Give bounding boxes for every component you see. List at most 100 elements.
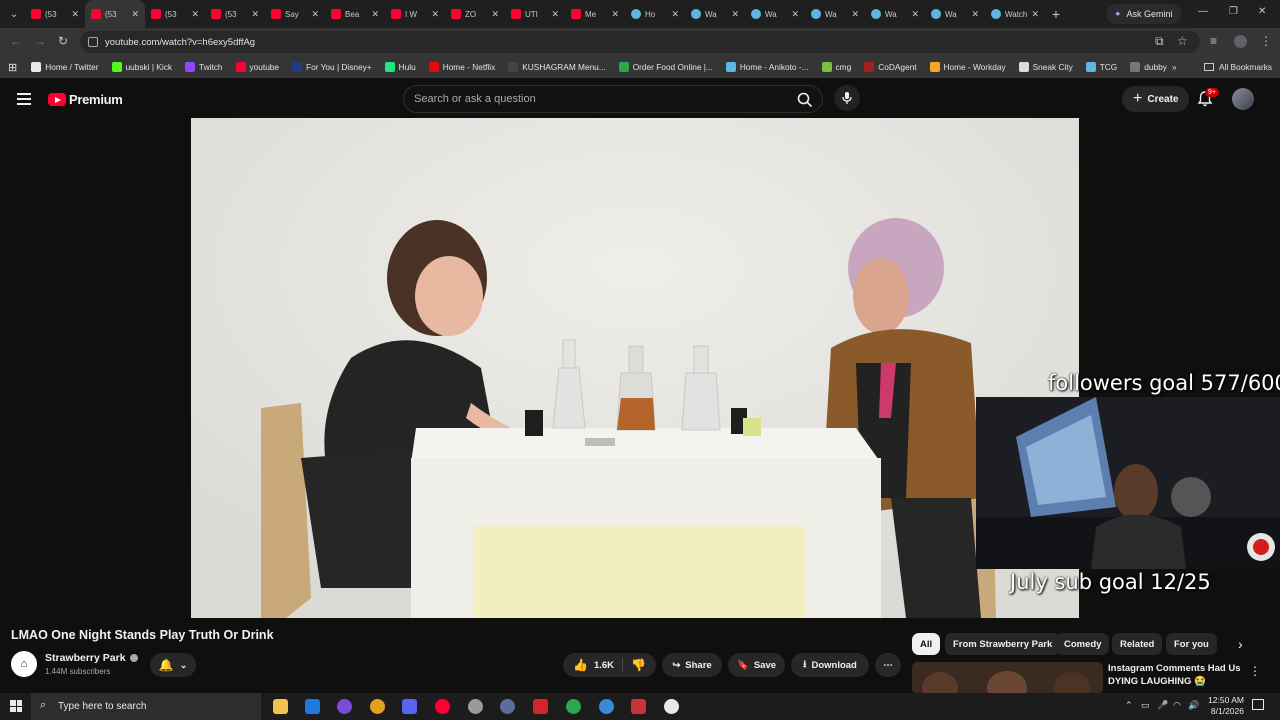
browser-tab[interactable]: Me ✕ xyxy=(565,0,625,28)
browser-tab[interactable]: Wa ✕ xyxy=(805,0,865,28)
filter-chip[interactable]: For you xyxy=(1166,633,1217,655)
bookmark-item[interactable]: KUSHAGRAM Menu... xyxy=(508,62,606,72)
search-input[interactable]: Search or ask a question xyxy=(403,85,823,113)
bookmark-item[interactable]: Sneak City xyxy=(1018,62,1073,72)
tray-chevron-up-icon[interactable]: ⌃ xyxy=(1125,700,1133,711)
profile-avatar[interactable] xyxy=(1234,35,1247,48)
ask-gemini-button[interactable]: ✦ Ask Gemini xyxy=(1106,4,1181,24)
microphone-tray-icon[interactable]: 🎤 xyxy=(1157,700,1168,711)
close-tab-icon[interactable]: ✕ xyxy=(971,9,979,20)
all-bookmarks-folder[interactable]: All Bookmarks xyxy=(1204,62,1272,72)
close-tab-icon[interactable]: ✕ xyxy=(1031,9,1039,20)
close-tab-icon[interactable]: ✕ xyxy=(611,9,619,20)
adobe-app-icon[interactable] xyxy=(631,699,646,714)
dislike-button[interactable]: 👎 xyxy=(623,658,646,672)
bookmark-item[interactable]: cmg xyxy=(821,62,851,72)
close-tab-icon[interactable]: ✕ xyxy=(731,9,739,20)
bookmark-item[interactable]: CoDAgent xyxy=(864,62,917,72)
download-button[interactable]: ⭳ Download xyxy=(791,653,869,677)
bookmark-item[interactable]: uubski | Kick xyxy=(111,62,172,72)
close-tab-icon[interactable]: ✕ xyxy=(551,9,559,20)
back-arrow-icon[interactable]: ← xyxy=(10,34,22,48)
close-tab-icon[interactable]: ✕ xyxy=(251,9,259,20)
site-info-icon[interactable] xyxy=(88,37,98,47)
browser-tab[interactable]: Wa ✕ xyxy=(865,0,925,28)
bookmark-item[interactable]: Home - Workday xyxy=(929,62,1006,72)
app-icon[interactable] xyxy=(500,699,515,714)
windows-start-icon[interactable] xyxy=(10,700,22,712)
more-actions-button[interactable]: ⋯ xyxy=(875,653,901,677)
bookmark-star-icon[interactable]: ☆ xyxy=(1177,34,1188,48)
browser-tab[interactable]: (53 ✕ xyxy=(25,0,85,28)
close-tab-icon[interactable]: ✕ xyxy=(791,9,799,20)
wifi-icon[interactable]: ◠ xyxy=(1173,700,1181,711)
restore-icon[interactable]: ❐ xyxy=(1229,6,1238,17)
browser-tab[interactable]: Bea ✕ xyxy=(325,0,385,28)
bookmark-item[interactable]: Hulu xyxy=(384,62,416,72)
chrome-profile-icon[interactable] xyxy=(566,699,581,714)
close-tab-icon[interactable]: ✕ xyxy=(851,9,859,20)
file-explorer-icon[interactable] xyxy=(273,699,288,714)
bookmark-item[interactable]: youtube xyxy=(235,62,279,72)
bookmark-item[interactable]: Home / Twitter xyxy=(31,62,99,72)
close-tab-icon[interactable]: ✕ xyxy=(191,9,199,20)
browser-tab[interactable]: (53 ✕ xyxy=(145,0,205,28)
youtube-music-icon[interactable] xyxy=(435,699,450,714)
install-app-icon[interactable]: ⧉ xyxy=(1155,34,1164,49)
hamburger-menu-icon[interactable] xyxy=(17,93,31,105)
amd-software-icon[interactable] xyxy=(533,699,548,714)
browser-tab[interactable]: I W ✕ xyxy=(385,0,445,28)
more-bookmarks-chevron-icon[interactable]: » xyxy=(1172,62,1177,72)
bookmark-item[interactable]: Home - Anikoto -... xyxy=(725,62,809,72)
voice-search-mic-icon[interactable] xyxy=(834,85,860,111)
close-window-icon[interactable]: ✕ xyxy=(1258,6,1266,17)
bookmark-item[interactable]: Twitch xyxy=(185,62,223,72)
steam-icon[interactable] xyxy=(468,699,483,714)
like-button[interactable]: 👍 1.6K xyxy=(573,658,624,672)
bookmark-item[interactable]: TCG xyxy=(1085,62,1117,72)
account-avatar[interactable] xyxy=(1232,88,1254,110)
chips-next-arrow-icon[interactable]: › xyxy=(1238,636,1243,652)
browser-tab[interactable]: ZO ✕ xyxy=(445,0,505,28)
browser-tab[interactable]: Ho ✕ xyxy=(625,0,685,28)
url-field[interactable]: youtube.com/watch?v=h6exy5dffAg xyxy=(80,31,1200,53)
bookmark-item[interactable]: dubby xyxy=(1130,62,1167,72)
browser-menu-icon[interactable]: ⋮ xyxy=(1260,34,1272,48)
forward-arrow-icon[interactable]: → xyxy=(34,34,46,48)
game-controller-icon[interactable] xyxy=(402,699,417,714)
youtube-logo[interactable]: Premium xyxy=(48,92,123,107)
reload-icon[interactable]: ↻ xyxy=(58,34,68,48)
bookmark-item[interactable]: Order Food Online |... xyxy=(618,62,713,72)
network-icon[interactable]: ▭ xyxy=(1141,700,1150,711)
share-button[interactable]: ↪ Share xyxy=(662,653,722,677)
volume-icon[interactable]: 🔊 xyxy=(1188,700,1199,711)
minimize-icon[interactable]: — xyxy=(1198,6,1208,17)
edge-browser-icon[interactable] xyxy=(305,699,320,714)
browser-tab[interactable]: Say ✕ xyxy=(265,0,325,28)
taskbar-search-input[interactable]: ⌕ Type here to search xyxy=(31,693,261,720)
new-tab-button[interactable]: + xyxy=(1045,6,1067,22)
browser-tab[interactable]: Watch ✕ xyxy=(985,0,1045,28)
browser-tab[interactable]: (53 ✕ xyxy=(85,0,145,28)
filter-chip[interactable]: Related xyxy=(1112,633,1163,655)
filter-chip[interactable]: All xyxy=(912,633,941,655)
close-tab-icon[interactable]: ✕ xyxy=(311,9,319,20)
video-player[interactable] xyxy=(191,118,1079,618)
notification-center-icon[interactable] xyxy=(1252,699,1264,710)
close-tab-icon[interactable]: ✕ xyxy=(911,9,919,20)
close-tab-icon[interactable]: ✕ xyxy=(71,9,79,20)
search-icon[interactable] xyxy=(794,89,816,111)
bookmark-item[interactable]: Home - Netflix xyxy=(428,62,495,72)
tab-search-dropdown-icon[interactable]: ⌄ xyxy=(3,3,25,25)
bookmark-item[interactable]: For You | Disney+ xyxy=(292,62,372,72)
browser-tab[interactable]: Wa ✕ xyxy=(685,0,745,28)
filter-chip[interactable]: From Strawberry Park xyxy=(945,633,1061,655)
close-tab-icon[interactable]: ✕ xyxy=(131,9,139,20)
channel-avatar[interactable]: ⌂ xyxy=(11,651,37,677)
clock-app-icon[interactable] xyxy=(664,699,679,714)
create-button[interactable]: + Create xyxy=(1122,86,1190,112)
save-button[interactable]: 🔖 Save xyxy=(728,653,785,677)
system-clock[interactable]: 12:50 AM 8/1/2026 xyxy=(1200,695,1244,717)
chrome-icon[interactable] xyxy=(370,699,385,714)
close-tab-icon[interactable]: ✕ xyxy=(671,9,679,20)
